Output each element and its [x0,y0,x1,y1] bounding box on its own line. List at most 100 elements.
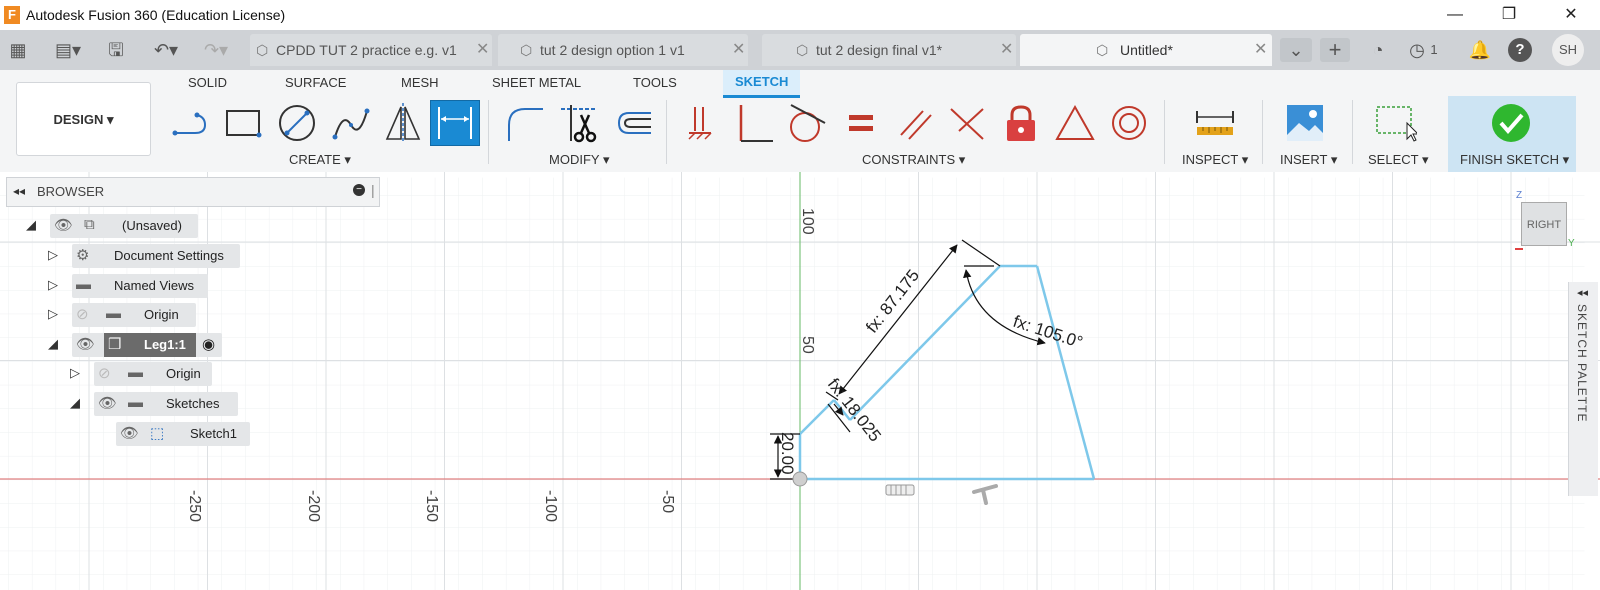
finish-sketch-label: FINISH SKETCH [1460,152,1559,167]
lock-constraint-icon[interactable] [996,100,1046,146]
fillet-tool-icon[interactable] [500,100,550,146]
finish-sketch-check-icon[interactable] [1486,100,1536,146]
browser-minimize-icon[interactable]: − [353,184,365,196]
create-menu[interactable]: CREATE ▾ [289,152,351,168]
triangle-constraint-icon[interactable] [1050,100,1100,146]
tangent-constraint-icon[interactable] [782,100,832,146]
dimension-height-label[interactable]: 20.00 [778,432,797,475]
user-avatar[interactable]: SH [1552,34,1584,66]
viewcube-y-label: Y [1568,238,1575,249]
origin-point[interactable] [792,471,808,487]
collapse-triangle-icon[interactable]: ◢ [26,217,36,233]
workspace-switcher[interactable]: DESIGN ▾ [16,82,151,156]
insert-image-icon[interactable] [1280,100,1330,146]
browser-pin-icon[interactable]: | [371,182,375,198]
tab-close-icon[interactable]: ✕ [476,34,489,66]
concentric-constraint-icon[interactable] [1104,100,1154,146]
trim-tool-icon[interactable] [554,100,604,146]
extensions-icon[interactable]: ◔ [1366,38,1390,62]
toolbar-ribbon: DESIGN ▾ SOLID SURFACE MESH SHEET METAL … [0,70,1600,172]
component-cube-icon: ⬡ [520,42,533,58]
tab-overflow-icon[interactable]: ⌄ [1280,38,1312,62]
hidden-eye-icon[interactable]: ⊘ [76,305,89,323]
spline-tool-icon[interactable] [326,100,376,146]
tab-close-icon[interactable]: ✕ [732,34,745,66]
tab-solid[interactable]: SOLID [188,75,227,90]
mirror-tool-icon[interactable] [378,100,428,146]
sketch-icon: ⬚ [150,425,165,442]
save-icon[interactable]: 🖫 [104,38,128,62]
group-separator [488,100,489,164]
tab-sheet-metal[interactable]: SHEET METAL [492,75,581,90]
tab-untitled[interactable]: ⬡ Untitled* ✕ [1020,34,1272,66]
component-cube-icon: ⬡ [256,42,269,58]
tab-mesh[interactable]: MESH [401,75,439,90]
inspect-label: INSPECT [1182,152,1239,167]
offset-tool-icon[interactable] [608,100,658,146]
notifications-icon[interactable]: 🔔 [1468,38,1492,62]
coincident-constraint-icon[interactable] [730,100,780,146]
insert-label: INSERT [1280,152,1328,167]
ruler-label-h-100: -100 [542,490,559,522]
inspect-menu[interactable]: INSPECT ▾ [1182,152,1248,168]
sketch-dimension-tool-icon[interactable] [430,100,480,146]
insert-menu[interactable]: INSERT ▾ [1280,152,1337,168]
modify-label: MODIFY [549,152,600,167]
collapse-triangle-icon[interactable]: ◢ [70,395,80,411]
viewcube[interactable]: RIGHT [1521,202,1567,246]
job-status-icon[interactable]: ◷ [1405,38,1429,62]
close-window-button[interactable]: ✕ [1548,2,1594,28]
minimize-button[interactable]: — [1432,2,1478,28]
collapse-triangle-icon[interactable]: ◢ [48,336,58,352]
maximize-button[interactable]: ❐ [1486,2,1532,28]
tab-surface[interactable]: SURFACE [285,75,346,90]
document-tab-bar: ▦ ▤▾ 🖫 ↶▾ ↷▾ ⬡ CPDD TUT 2 practice e.g. … [0,30,1600,70]
select-menu[interactable]: SELECT ▾ [1368,152,1428,168]
visibility-eye-icon[interactable]: 👁 [120,424,139,442]
expand-triangle-icon[interactable]: ▷ [48,247,58,263]
measure-tool-icon[interactable] [1190,100,1240,146]
circle-tool-icon[interactable] [272,100,322,146]
finish-sketch-button[interactable]: FINISH SKETCH ▾ [1460,152,1569,168]
tab-cpdd-tut-2[interactable]: ⬡ CPDD TUT 2 practice e.g. v1 ✕ [250,34,492,66]
activate-radio-icon[interactable]: ◉ [202,335,215,353]
constraints-menu[interactable]: CONSTRAINTS ▾ [862,152,965,168]
help-icon[interactable]: ? [1508,38,1532,62]
expand-triangle-icon[interactable]: ▷ [48,306,58,322]
folder-icon: ▬ [128,364,143,381]
tab-sketch[interactable]: SKETCH [723,70,801,98]
data-panel-grid-icon[interactable]: ▦ [6,38,30,62]
file-menu-icon[interactable]: ▤▾ [48,38,88,62]
expand-palette-icon[interactable]: ◂◂ [1577,286,1588,299]
sketch-palette[interactable]: ◂◂ SKETCH PALETTE [1568,282,1598,496]
ruler-label-v100: 100 [799,208,816,235]
modify-menu[interactable]: MODIFY ▾ [549,152,609,168]
parallel-constraint-icon[interactable] [890,100,940,146]
visibility-eye-icon[interactable]: 👁 [76,335,95,353]
tab-close-icon[interactable]: ✕ [1254,34,1267,66]
node-label: Leg1:1 [144,337,186,352]
tab-tools[interactable]: TOOLS [633,75,677,90]
line-tool-icon[interactable] [166,100,216,146]
selection-box-icon[interactable] [1370,100,1420,146]
viewcube-x-marker [1515,248,1523,250]
sketch-canvas[interactable]: 100 50 -250 -200 -150 -100 -50 fx: 87.17… [0,172,1600,590]
expand-triangle-icon[interactable]: ▷ [70,365,80,381]
tab-design-option-1[interactable]: ⬡ tut 2 design option 1 v1 ✕ [498,34,748,66]
rectangle-tool-icon[interactable] [218,100,268,146]
visibility-eye-icon[interactable]: 👁 [98,394,117,412]
hidden-eye-icon[interactable]: ⊘ [98,364,111,382]
expand-triangle-icon[interactable]: ▷ [48,277,58,293]
app-logo: F [4,6,20,24]
new-tab-icon[interactable]: + [1320,38,1350,62]
redo-icon[interactable]: ↷▾ [196,38,236,62]
fix-constraint-icon[interactable] [676,100,726,146]
collapse-browser-icon[interactable]: ◂◂ [13,184,25,198]
group-separator [1164,100,1165,164]
perpendicular-constraint-icon[interactable] [942,100,992,146]
visibility-eye-icon[interactable]: 👁 [54,216,73,234]
equal-constraint-icon[interactable] [836,100,886,146]
tab-close-icon[interactable]: ✕ [1000,34,1013,66]
tab-design-final[interactable]: ⬡ tut 2 design final v1* ✕ [762,34,1016,66]
undo-icon[interactable]: ↶▾ [146,38,186,62]
